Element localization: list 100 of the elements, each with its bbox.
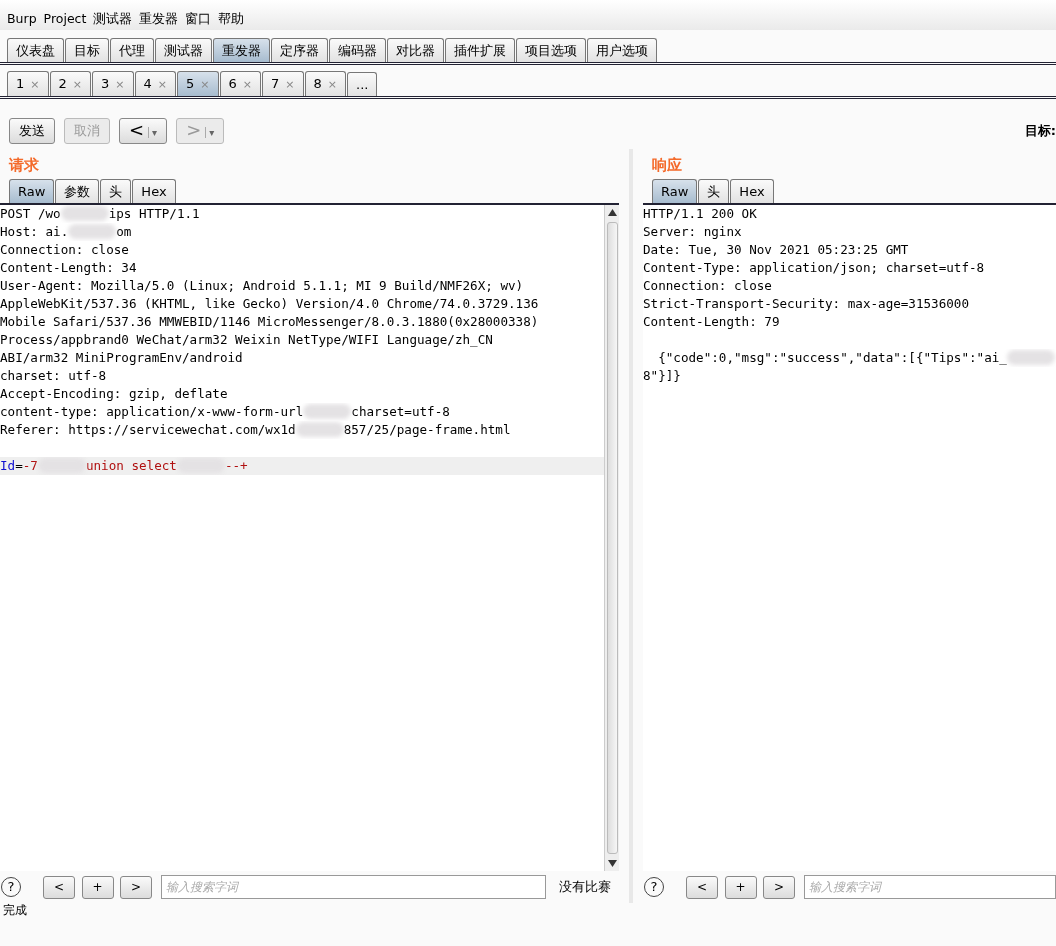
redaction-blur — [295, 422, 344, 437]
send-button[interactable]: 发送 — [9, 118, 55, 144]
main-tab[interactable]: 对比器 — [387, 38, 444, 62]
repeater-tab[interactable]: 1 × — [7, 71, 49, 96]
code-text: --+ — [224, 458, 248, 473]
back-button[interactable]: < ▾ — [119, 118, 168, 144]
previous-button[interactable]: < — [686, 875, 718, 899]
menu-item[interactable]: 帮助 — [218, 10, 245, 30]
code-text: 857/25/page-frame.html — [343, 422, 511, 437]
status-text: 完成 — [2, 903, 28, 917]
editor-tab[interactable]: Raw — [652, 179, 698, 203]
scroll-up-icon[interactable] — [607, 209, 617, 216]
code-text: Process/appbrand0 WeChat/arm32 Weixin NetType/WIFI Language/zh_CN — [0, 332, 493, 347]
repeater-tab[interactable]: ... — [347, 72, 378, 96]
next-button[interactable]: > — [120, 875, 152, 899]
scroll-down-icon[interactable] — [607, 860, 617, 867]
main-tab[interactable]: 插件扩展 — [445, 38, 515, 62]
code-text: ips HTTP/1.1 — [108, 206, 200, 221]
code-line[interactable]: AppleWebKit/537.36 (KHTML, like Gecko) Version/4.0 Chrome/74.0.3729.136 — [0, 295, 604, 313]
code-text: = — [15, 458, 23, 473]
code-text: Mobile Safari/537.36 MMWEBID/1146 MicroMessenger/8.0.3.1880(0x28000338) — [0, 314, 539, 329]
code-text: om — [116, 224, 132, 239]
editor-tab[interactable]: Hex — [132, 179, 176, 203]
redaction-blur — [176, 458, 225, 473]
code-line[interactable]: content-type: application/x-www-form-url charset=utf-8 — [0, 403, 604, 421]
code-line[interactable]: Referer: https://servicewechat.com/wx1d 857/25/page-frame.html — [0, 421, 604, 439]
code-line[interactable]: Connection: close — [643, 277, 1056, 295]
search-field[interactable]: 输入搜索字词 — [161, 875, 546, 899]
code-line[interactable]: Connection: close — [0, 241, 604, 259]
code-line[interactable]: POST /wo ips HTTP/1.1 — [0, 205, 604, 223]
main-tab[interactable]: 编码器 — [329, 38, 386, 62]
code-line[interactable]: HTTP/1.1 200 OK — [643, 205, 1056, 223]
code-text: 8"}]} — [643, 368, 681, 383]
code-text: -7 — [22, 458, 38, 473]
redaction-blur — [68, 224, 117, 239]
add-button[interactable]: + — [81, 875, 114, 899]
editor-tab[interactable]: Raw — [9, 179, 55, 203]
redaction-blur — [1006, 350, 1055, 365]
main-tab[interactable]: 项目选项 — [516, 38, 586, 62]
code-text: Strict-Transport-Security: max-age=31536000 — [643, 296, 970, 311]
editor-tab[interactable]: 头 — [100, 179, 132, 203]
code-text: {"code":0,"msg":"success","data":[{"Tips":"ai_ — [657, 350, 1007, 365]
menu-item[interactable]: 重发器 — [139, 10, 179, 30]
main-tab[interactable]: 仪表盘 — [7, 38, 64, 62]
code-line[interactable]: Content-Length: 34 — [0, 259, 604, 277]
request-editor[interactable] — [0, 205, 619, 871]
editor-tab[interactable]: 头 — [698, 179, 730, 203]
editor-tab[interactable]: 参数 — [55, 179, 100, 203]
code-line[interactable]: {"code":0,"msg":"success","data":[{"Tips":"ai_ — [643, 349, 1056, 367]
menu-item[interactable]: 窗口 — [185, 10, 212, 30]
code-text: AppleWebKit/537.36 (KHTML, like Gecko) Version/4.0 Chrome/74.0.3729.136 — [0, 296, 539, 311]
target-label: 目标: — [1024, 122, 1056, 141]
menu-item[interactable]: Project — [43, 10, 87, 30]
code-text: HTTP/1.1 200 OK — [643, 206, 757, 221]
main-tab[interactable]: 测试器 — [155, 38, 212, 62]
main-tab[interactable]: 目标 — [65, 38, 109, 62]
code-text: Content-Length: 79 — [643, 314, 780, 329]
repeater-tab[interactable]: 6 × — [219, 71, 261, 96]
response-title: 响应 — [651, 155, 683, 176]
main-tab[interactable]: 定序器 — [271, 38, 328, 62]
code-line[interactable]: Content-Length: 79 — [643, 313, 1056, 331]
redaction-blur — [37, 458, 86, 473]
editor-tab[interactable]: Hex — [730, 179, 774, 203]
code-line[interactable]: charset: utf-8 — [0, 367, 604, 385]
code-line[interactable]: Date: Tue, 30 Nov 2021 05:23:25 GMT — [643, 241, 1056, 259]
repeater-tab[interactable]: 3 × — [92, 71, 134, 96]
scrollbar[interactable] — [604, 205, 619, 871]
request-title: 请求 — [7, 155, 40, 176]
code-line[interactable]: Server: nginx — [643, 223, 1056, 241]
repeater-tab[interactable]: 7 × — [262, 71, 304, 96]
menu-item[interactable]: 测试器 — [93, 10, 133, 30]
code-line[interactable]: Content-Type: application/json; charset=utf-8 — [643, 259, 1056, 277]
code-text: Host: ai. — [0, 224, 69, 239]
code-line[interactable]: 8"}]} — [643, 367, 1056, 385]
code-text: POST /wo — [0, 206, 61, 221]
code-text: Content-Length: 34 — [0, 260, 137, 275]
repeater-tab[interactable]: 2 × — [49, 71, 91, 96]
search-field[interactable]: 输入搜索字词 — [804, 875, 1056, 899]
code-text: ABI/arm32 MiniProgramEnv/android — [0, 350, 243, 365]
code-text: Server: nginx — [643, 224, 742, 239]
code-line[interactable]: ABI/arm32 MiniProgramEnv/android — [0, 349, 604, 367]
redaction-blur — [60, 206, 109, 221]
repeater-tab[interactable]: 4 × — [134, 71, 176, 96]
code-line[interactable]: User-Agent: Mozilla/5.0 (Linux; Android 5.1.1; MI 9 Build/NMF26X; wv) — [0, 277, 604, 295]
main-tab[interactable]: 用户选项 — [587, 38, 657, 62]
code-line[interactable]: Accept-Encoding: gzip, deflate — [0, 385, 604, 403]
code-line[interactable]: Host: ai. om — [0, 223, 604, 241]
main-tab[interactable]: 重发器 — [213, 38, 270, 62]
code-text: Connection: close — [643, 278, 772, 293]
code-line[interactable]: Strict-Transport-Security: max-age=31536000 — [643, 295, 1056, 313]
menu-item[interactable]: Burp — [7, 10, 37, 30]
repeater-tab[interactable]: 5 × — [177, 71, 219, 96]
main-tab[interactable]: 代理 — [110, 38, 154, 62]
code-line[interactable]: Process/appbrand0 WeChat/arm32 Weixin NetType/WIFI Language/zh_CN — [0, 331, 604, 349]
previous-button[interactable]: < — [43, 875, 75, 899]
next-button[interactable]: > — [763, 875, 795, 899]
code-line[interactable]: Mobile Safari/537.36 MMWEBID/1146 MicroMessenger/8.0.3.1880(0x28000338) — [0, 313, 604, 331]
code-text: Accept-Encoding: gzip, deflate — [0, 386, 228, 401]
repeater-tab[interactable]: 8 × — [304, 71, 346, 96]
add-button[interactable]: + — [724, 875, 757, 899]
